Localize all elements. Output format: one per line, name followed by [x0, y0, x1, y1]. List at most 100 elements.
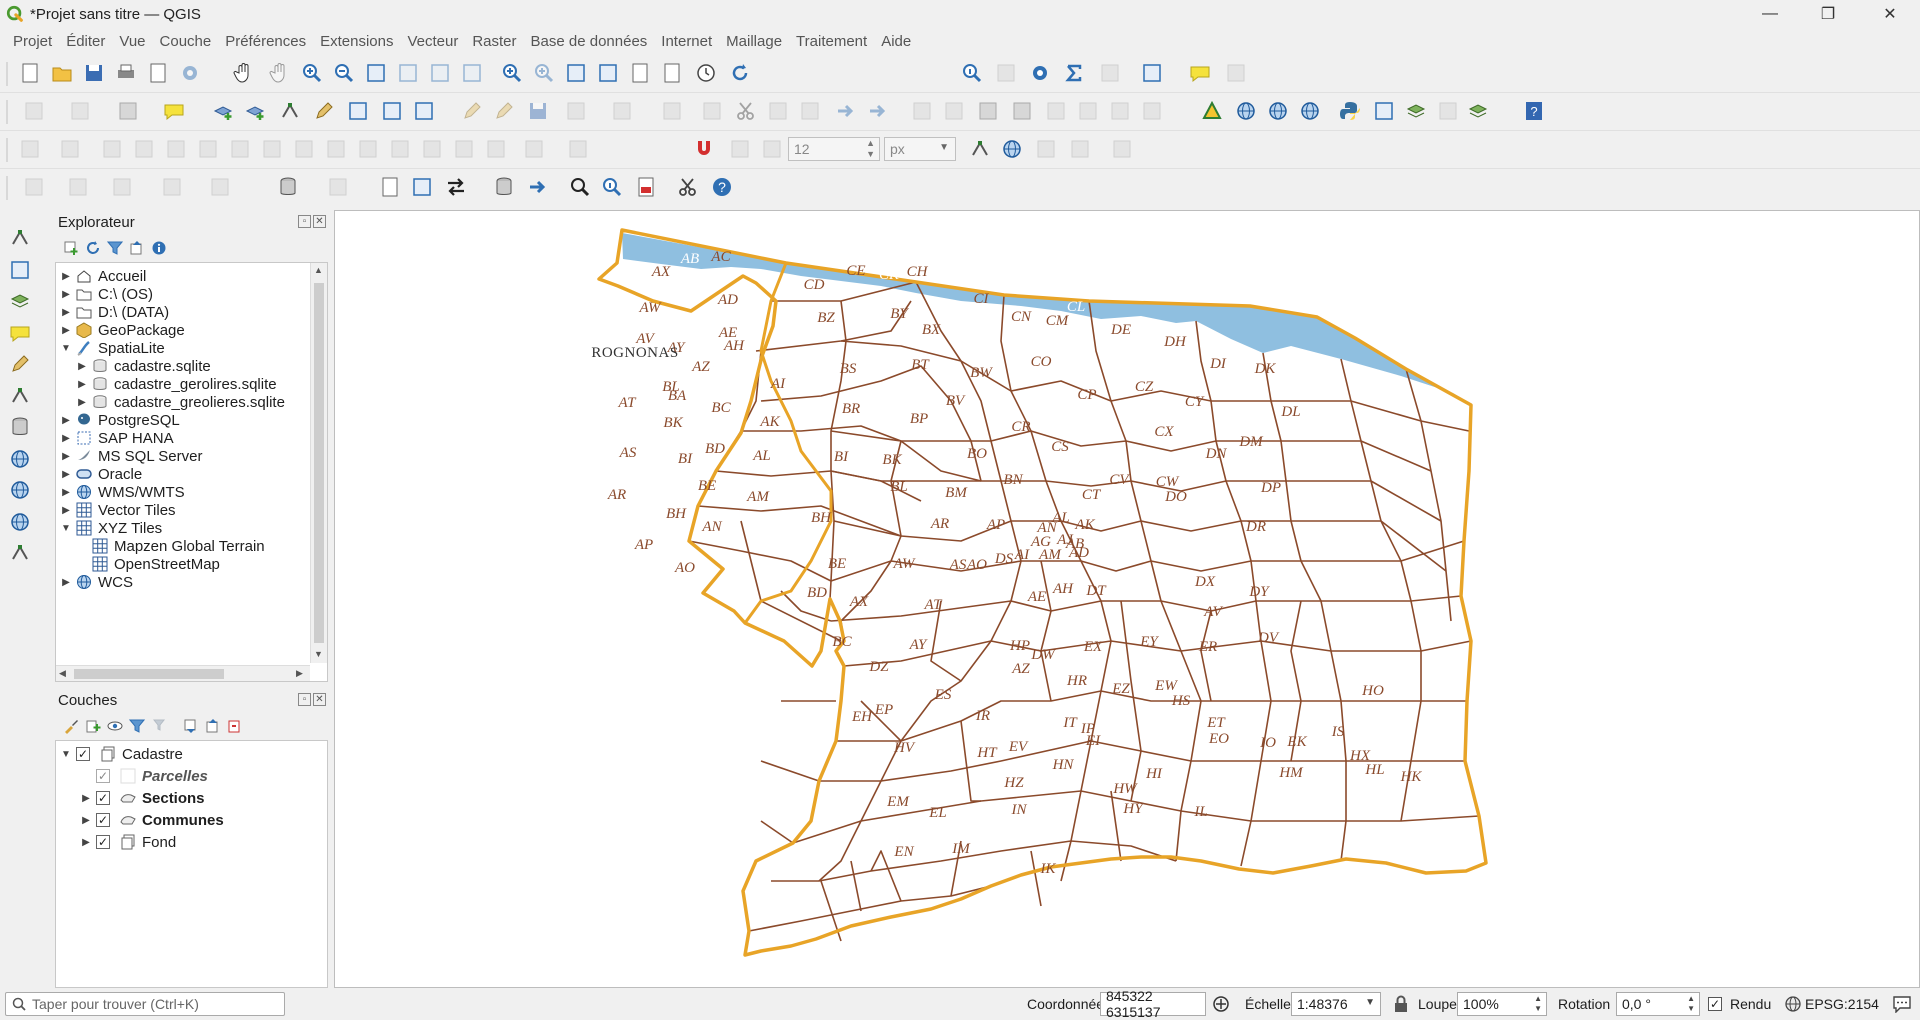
filter-expression-icon[interactable] [153, 718, 169, 734]
zoom-last-icon[interactable] [500, 61, 526, 87]
measure-icon[interactable] [1098, 61, 1124, 87]
python-console-icon[interactable] [1338, 99, 1364, 125]
expand-arrow-icon[interactable]: ▶ [80, 837, 92, 848]
snapping-intersection-icon[interactable] [1000, 137, 1026, 163]
polygon-tool-icon[interactable] [58, 137, 84, 163]
zoom-out-icon[interactable] [332, 61, 358, 87]
wfs-globe-icon[interactable] [1266, 99, 1292, 125]
filter-legend-icon[interactable] [129, 718, 145, 734]
zoom-native-icon[interactable] [460, 61, 486, 87]
zoom-to-selection-icon[interactable] [396, 61, 422, 87]
restore-icon[interactable]: ❐ [1800, 0, 1856, 28]
add-spatialite-layer-icon[interactable] [8, 352, 36, 380]
refresh-icon[interactable] [728, 61, 754, 87]
copy-icon[interactable] [766, 99, 792, 125]
layer-visibility-checkbox[interactable]: ✓ [96, 791, 110, 805]
menu-traitement[interactable]: Traitement [789, 33, 874, 50]
map-tips-icon[interactable] [1188, 61, 1214, 87]
offset-symbols-icon[interactable] [484, 137, 510, 163]
offset-curve-icon[interactable] [292, 137, 318, 163]
layers-tree[interactable]: ▼ ✓ Cadastre ✓ Parcelles ▶ ✓ Sections ▶ ✓ Communes… [55, 740, 328, 988]
select-by-radius-icon[interactable] [66, 175, 92, 201]
menu-extensions[interactable]: Extensions [313, 33, 400, 50]
layer-tree-item[interactable]: ▼ ✓ Cadastre [60, 743, 183, 765]
cadastre-arrow-icon[interactable] [526, 175, 552, 201]
expand-arrow-icon[interactable]: ▶ [60, 271, 72, 282]
show-hidden-labels-icon[interactable] [1140, 99, 1166, 125]
menu-éditer[interactable]: Éditer [59, 33, 112, 50]
cadastre-help-icon[interactable]: ? [710, 175, 736, 201]
add-spatialite-icon[interactable] [312, 99, 338, 125]
cadastre-import-icon[interactable] [378, 175, 404, 201]
add-postgis-layer-icon[interactable] [8, 415, 36, 443]
new-3d-view-icon[interactable] [596, 61, 622, 87]
add-raster-layer-icon[interactable] [8, 258, 36, 286]
new-project-icon[interactable] [18, 61, 44, 87]
expand-arrow-icon[interactable]: ▶ [80, 793, 92, 804]
minimize-icon[interactable]: — [1742, 0, 1798, 28]
cut-icon[interactable] [734, 99, 760, 125]
pin-labels-icon[interactable] [942, 99, 968, 125]
open-attribute-table-icon[interactable] [994, 61, 1020, 87]
coordinate-field[interactable]: 845322 6315137 [1100, 988, 1206, 1020]
scroll-up-icon[interactable]: ▲ [314, 265, 323, 275]
cad-construction-icon[interactable] [1110, 137, 1136, 163]
snapping-tracing-icon[interactable] [1034, 137, 1060, 163]
crs-globe-icon[interactable] [1784, 995, 1802, 1013]
expand-arrow-icon[interactable]: ▶ [60, 325, 72, 336]
add-vector-layer-icon[interactable] [8, 226, 36, 254]
crs-label[interactable]: EPSG:2154 [1805, 996, 1879, 1012]
toggle-extents-icon[interactable] [1212, 995, 1230, 1013]
swap-direction-icon[interactable] [444, 175, 470, 201]
add-wms-icon[interactable] [346, 99, 372, 125]
expand-arrow-icon[interactable]: ▶ [60, 469, 72, 480]
qgis-cloud-icon[interactable] [1466, 99, 1492, 125]
delete-ring-icon[interactable] [196, 137, 222, 163]
collapse-arrow-icon[interactable]: ▼ [60, 343, 72, 354]
float-panel-icon[interactable]: ▫ [298, 215, 311, 228]
remove-layer-icon[interactable] [227, 718, 243, 734]
expand-arrow-icon[interactable]: ▶ [80, 815, 92, 826]
scroll-down-icon[interactable]: ▼ [314, 649, 323, 659]
reverse-line-icon[interactable] [522, 137, 548, 163]
snapping-magnet-icon[interactable] [692, 137, 718, 163]
lock-scale-icon[interactable] [1393, 995, 1409, 1013]
cadastre-identify-icon[interactable] [600, 175, 626, 201]
expand-all-icon[interactable] [183, 718, 199, 734]
expand-arrow-icon[interactable]: ▶ [60, 415, 72, 426]
style-manager-icon[interactable] [178, 61, 204, 87]
messages-icon[interactable] [1892, 995, 1912, 1013]
unit-select[interactable]: px ▼ [884, 137, 956, 161]
temporal-controller-icon[interactable] [694, 61, 720, 87]
expand-arrow-icon[interactable]: ▶ [60, 433, 72, 444]
new-shapefile-layer-icon[interactable] [8, 541, 36, 569]
menu-aide[interactable]: Aide [874, 33, 918, 50]
cadastre-pdf-export-icon[interactable] [634, 175, 660, 201]
statistics-icon[interactable] [1062, 61, 1088, 87]
snapping-mode-icon[interactable] [728, 137, 754, 163]
scroll-left-icon[interactable]: ◀ [59, 668, 66, 679]
map-themes-icon[interactable] [107, 718, 123, 734]
ring-tool-icon[interactable] [100, 137, 126, 163]
select-by-value-icon[interactable] [160, 175, 186, 201]
menu-couche[interactable]: Couche [153, 33, 219, 50]
split-parts-icon[interactable] [356, 137, 382, 163]
selection-polygon-icon[interactable] [22, 175, 48, 201]
processing-toolbox-icon[interactable] [1028, 61, 1054, 87]
layer-tree-item[interactable]: ▶ ✓ Fond [80, 831, 176, 853]
paste-icon[interactable] [798, 99, 824, 125]
filter-icon[interactable] [107, 240, 123, 256]
pan-map-icon[interactable] [232, 61, 258, 87]
menu-raster[interactable]: Raster [465, 33, 523, 50]
select-freehand-icon[interactable] [110, 175, 136, 201]
explorer-item[interactable]: ▶ WCS [60, 571, 133, 593]
help-contents-icon[interactable]: ? [1522, 99, 1548, 125]
close-panel-icon[interactable]: ✕ [313, 693, 326, 706]
explorer-hscroll-thumb[interactable] [74, 669, 224, 679]
add-vector-layer-icon[interactable] [212, 99, 238, 125]
save-project-icon[interactable] [82, 61, 108, 87]
label-tool-icon[interactable] [910, 99, 936, 125]
collapse-all-icon[interactable] [129, 240, 145, 256]
pan-to-selection-icon[interactable] [268, 61, 294, 87]
rotation-spinbox[interactable]: 0,0 ° ▲ ▼ [1616, 992, 1700, 1016]
